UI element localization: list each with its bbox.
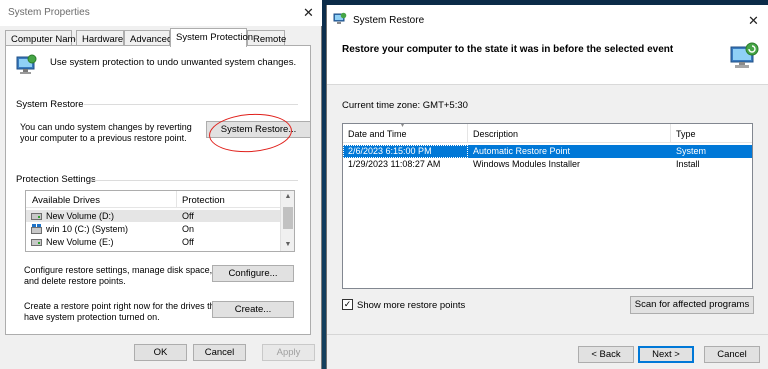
scroll-up-icon[interactable]: ▲ bbox=[281, 193, 295, 200]
system-restore-description-line1: You can undo system changes by reverting bbox=[20, 122, 192, 132]
configure-button[interactable]: Configure... bbox=[212, 265, 294, 282]
timezone-label: Current time zone: GMT+5:30 bbox=[342, 100, 468, 111]
system-restore-description-line2: your computer to a previous restore poin… bbox=[20, 133, 187, 143]
tab-system-protection[interactable]: System Protection bbox=[170, 28, 253, 47]
scan-affected-programs-button[interactable]: Scan for affected programs bbox=[630, 296, 754, 314]
column-type[interactable]: Type bbox=[671, 124, 752, 143]
create-description-line2: have system protection turned on. bbox=[24, 312, 160, 322]
scroll-thumb[interactable] bbox=[283, 207, 293, 229]
drives-scrollbar[interactable]: ▲ ▼ bbox=[280, 191, 294, 251]
restore-points-table[interactable]: Date and Time ▾ Description Type 2/6/202… bbox=[342, 123, 753, 289]
intro-text: Use system protection to undo unwanted s… bbox=[50, 57, 297, 68]
scroll-down-icon[interactable]: ▼ bbox=[281, 241, 295, 248]
drives-list-header: Available Drives Protection bbox=[26, 191, 281, 208]
restore-point-row[interactable]: 1/29/2023 11:08:27 AM Windows Modules In… bbox=[343, 158, 752, 171]
tab-computer-name[interactable]: Computer Name bbox=[5, 30, 81, 46]
system-restore-large-icon bbox=[730, 42, 759, 68]
drive-protection: On bbox=[182, 224, 195, 234]
show-more-checkbox[interactable]: ✓ bbox=[342, 299, 353, 310]
cancel-button[interactable]: Cancel bbox=[704, 346, 760, 363]
ok-button[interactable]: OK bbox=[134, 344, 187, 361]
create-button[interactable]: Create... bbox=[212, 301, 294, 318]
wizard-header: Restore your computer to the state it wa… bbox=[327, 33, 768, 85]
system-protection-icon bbox=[16, 54, 37, 74]
back-button[interactable]: < Back bbox=[578, 346, 634, 363]
close-icon[interactable]: ✕ bbox=[748, 14, 759, 27]
column-divider bbox=[176, 191, 177, 208]
drive-name: New Volume (D:) bbox=[46, 211, 115, 221]
tab-advanced[interactable]: Advanced bbox=[124, 30, 172, 46]
restore-type: Install bbox=[676, 159, 700, 169]
system-restore-group-label: System Restore bbox=[16, 99, 84, 110]
title-bar: System Properties ✕ bbox=[0, 0, 322, 26]
sort-arrow-icon: ▾ bbox=[401, 123, 405, 129]
configure-description-line2: and delete restore points. bbox=[24, 276, 126, 286]
system-restore-window: System Restore ✕ Restore your computer t… bbox=[326, 5, 768, 369]
drive-row[interactable]: win 10 (C:) (System) On bbox=[26, 223, 281, 235]
drive-name: New Volume (E:) bbox=[46, 237, 114, 247]
system-restore-app-icon bbox=[333, 12, 347, 24]
apply-button[interactable]: Apply bbox=[262, 344, 315, 361]
group-divider bbox=[92, 180, 298, 181]
restore-date: 2/6/2023 6:15:00 PM bbox=[348, 146, 432, 156]
title-bar: System Restore ✕ bbox=[327, 5, 768, 33]
drive-icon bbox=[31, 239, 42, 246]
protection-settings-group-label: Protection Settings bbox=[16, 174, 96, 185]
configure-description-line1: Configure restore settings, manage disk … bbox=[24, 265, 213, 275]
restore-point-row[interactable]: 2/6/2023 6:15:00 PM Automatic Restore Po… bbox=[343, 145, 752, 158]
window-title: System Restore bbox=[353, 15, 425, 26]
drive-protection: Off bbox=[182, 211, 194, 221]
drive-row[interactable]: New Volume (E:) Off bbox=[26, 236, 281, 248]
group-divider bbox=[84, 104, 298, 105]
column-description[interactable]: Description bbox=[468, 124, 671, 143]
window-title: System Properties bbox=[8, 7, 90, 18]
footer-divider bbox=[327, 334, 768, 335]
next-button[interactable]: Next > bbox=[638, 346, 694, 363]
column-available-drives[interactable]: Available Drives bbox=[32, 195, 100, 206]
restore-type: System bbox=[676, 146, 707, 156]
restore-description: Windows Modules Installer bbox=[473, 159, 581, 169]
restore-date: 1/29/2023 11:08:27 AM bbox=[348, 159, 441, 169]
tab-hardware[interactable]: Hardware bbox=[76, 30, 124, 46]
column-label: Date and Time bbox=[348, 129, 407, 139]
wizard-heading: Restore your computer to the state it wa… bbox=[342, 44, 674, 55]
column-protection[interactable]: Protection bbox=[182, 195, 225, 206]
create-description-line1: Create a restore point right now for the… bbox=[24, 301, 223, 311]
drive-row[interactable]: New Volume (D:) Off bbox=[26, 210, 281, 222]
close-icon[interactable]: ✕ bbox=[303, 6, 314, 19]
restore-description: Automatic Restore Point bbox=[473, 146, 571, 156]
show-more-label[interactable]: Show more restore points bbox=[357, 300, 465, 311]
drive-protection: Off bbox=[182, 237, 194, 247]
system-properties-window: System Properties ✕ Computer Name Hardwa… bbox=[0, 0, 322, 369]
cancel-button[interactable]: Cancel bbox=[193, 344, 246, 361]
drives-list[interactable]: Available Drives Protection New Volume (… bbox=[25, 190, 295, 252]
system-drive-icon bbox=[31, 224, 42, 234]
drive-icon bbox=[31, 213, 42, 220]
drive-name: win 10 (C:) (System) bbox=[46, 224, 129, 234]
column-date-and-time[interactable]: Date and Time ▾ bbox=[343, 123, 468, 143]
